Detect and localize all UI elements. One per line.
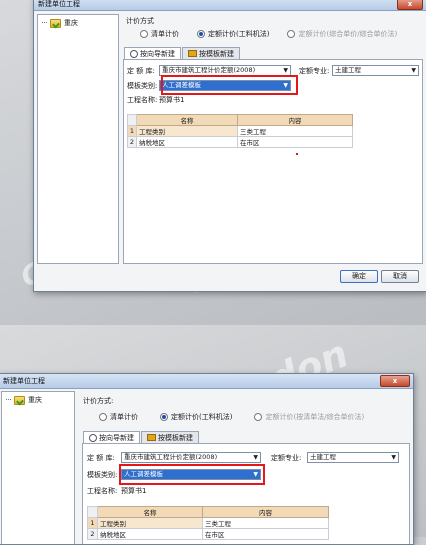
pricing-method-label: 计价方式 xyxy=(126,17,154,25)
close-button[interactable]: x xyxy=(397,0,423,10)
project-info-table: 名称 内容 1 工程类别 三类工程 2 纳税地区 在市区 xyxy=(87,506,329,540)
tree-node-chongqing[interactable]: 重庆 xyxy=(6,395,42,405)
project-name-value[interactable]: 预算书1 xyxy=(159,95,184,105)
dropdown-arrow-icon: ▼ xyxy=(391,454,396,461)
tab-template[interactable]: 按模板新建 xyxy=(141,431,199,443)
radio-quota-composite-pricing[interactable]: 定额计价(综合单价/综合单价法) xyxy=(287,29,397,39)
table-row[interactable]: 2 纳税地区 在市区 xyxy=(87,528,329,540)
table-row[interactable]: 1 工程类别 三类工程 xyxy=(127,125,353,137)
dialog-title: 新建单位工程 xyxy=(38,0,80,8)
radio-dot xyxy=(160,413,168,421)
header-name: 名称 xyxy=(97,506,203,518)
radio-dot xyxy=(287,30,296,38)
radio-quota-pricing[interactable]: 定额计价(工料机法) xyxy=(160,412,232,422)
folder-icon xyxy=(50,18,61,28)
template-icon xyxy=(147,434,156,441)
highlight-box xyxy=(119,464,265,485)
major-select[interactable]: 土建工程 ▼ xyxy=(332,65,419,76)
radio-quota-composite-pricing[interactable]: 定额计价(按清单法/综合单价法) xyxy=(254,412,364,422)
name-row: 工程名称: 预算书1 xyxy=(87,486,146,496)
create-mode-tabs: 按向导新建 按模板新建 xyxy=(124,47,241,59)
tree-node-label: 重庆 xyxy=(64,19,78,27)
table-row[interactable]: 1 工程类别 三类工程 xyxy=(87,517,329,529)
radio-dot xyxy=(140,30,148,38)
template-label: 模板类别: xyxy=(127,81,158,90)
wizard-panel: 定 额 库: 重庆市建筑工程计价定额(2008) ▼ 定额专业: 土建工程 ▼ 模板… xyxy=(82,443,410,544)
dialog-title: 新建单位工程 xyxy=(3,377,45,385)
dropdown-arrow-icon: ▼ xyxy=(411,67,416,74)
close-button[interactable]: x xyxy=(380,375,410,387)
name-label: 工程名称: xyxy=(127,96,158,104)
table-header: 名称 内容 xyxy=(127,114,353,126)
table-header: 名称 内容 xyxy=(87,506,329,518)
quota-row: 定 额 库: 重庆市建筑工程计价定额(2008) ▼ 定额专业: 土建工程 ▼ xyxy=(87,452,399,463)
name-row: 工程名称: 预算书1 xyxy=(127,95,184,105)
ok-button[interactable]: 确定 xyxy=(340,270,378,283)
major-label: 定额专业: xyxy=(271,453,302,462)
region-tree: 重庆 xyxy=(37,14,119,264)
project-name-value[interactable]: 预算书1 xyxy=(121,486,146,496)
quota-select[interactable]: 重庆市建筑工程计价定额(2008) ▼ xyxy=(121,452,261,463)
new-unit-project-dialog: 新建单位工程 x 重庆 计价方式 清单计价 定额计价(工料机法) 定额计价(综合… xyxy=(33,0,426,292)
project-info-table: 名称 内容 1 工程类别 三类工程 2 纳税地区 在市区 xyxy=(127,114,353,148)
quota-label: 定 额 库: xyxy=(87,453,115,462)
create-mode-tabs: 按向导新建 按模板新建 xyxy=(83,431,200,443)
pricing-method-options: 清单计价 定额计价(工料机法) 定额计价(综合单价/综合单价法) xyxy=(140,29,397,39)
major-select[interactable]: 土建工程 ▼ xyxy=(307,452,399,463)
dialog-titlebar: 新建单位工程 x xyxy=(0,374,413,389)
folder-icon xyxy=(14,395,25,405)
radio-quota-pricing[interactable]: 定额计价(工料机法) xyxy=(197,29,269,39)
template-icon xyxy=(188,50,197,57)
marker-dot xyxy=(296,153,298,155)
name-label: 工程名称: xyxy=(87,487,118,495)
radio-bill-pricing[interactable]: 清单计价 xyxy=(99,412,138,422)
search-icon xyxy=(130,49,138,58)
pricing-method-label: 计价方式: xyxy=(83,397,114,405)
header-name: 名称 xyxy=(136,114,238,126)
radio-bill-pricing[interactable]: 清单计价 xyxy=(140,29,179,39)
radio-dot xyxy=(197,30,205,38)
tree-node-label: 重庆 xyxy=(28,396,42,404)
pricing-method-options: 清单计价 定额计价(工料机法) 定额计价(按清单法/综合单价法) xyxy=(99,412,364,422)
search-icon xyxy=(89,433,97,442)
header-value: 内容 xyxy=(202,506,329,518)
header-value: 内容 xyxy=(237,114,353,126)
radio-dot xyxy=(99,413,107,421)
tab-wizard[interactable]: 按向导新建 xyxy=(83,431,140,443)
wizard-panel: 定 额 库: 重庆市建筑工程计价定额(2008) ▼ 定额专业: 土建工程 ▼ 模板… xyxy=(123,59,423,264)
region-tree: 重庆 xyxy=(1,391,75,544)
dropdown-arrow-icon: ▼ xyxy=(253,454,258,461)
major-label: 定额专业: xyxy=(299,66,330,75)
highlight-box xyxy=(161,75,298,95)
quota-label: 定 额 库: xyxy=(127,66,155,75)
dropdown-arrow-icon: ▼ xyxy=(283,67,288,74)
tree-node-chongqing[interactable]: 重庆 xyxy=(42,18,78,28)
cancel-button[interactable]: 取消 xyxy=(381,270,419,283)
radio-dot xyxy=(254,413,263,421)
template-label: 模板类别: xyxy=(87,470,118,479)
table-row[interactable]: 2 纳税地区 在市区 xyxy=(127,136,353,148)
tab-wizard[interactable]: 按向导新建 xyxy=(124,47,181,59)
tab-template[interactable]: 按模板新建 xyxy=(182,47,240,59)
dialog-titlebar: 新建单位工程 x xyxy=(34,0,426,11)
new-unit-project-dialog-zoomed: 新建单位工程 x 重庆 计价方式: 清单计价 定额计价(工料机法) 定额计价(按… xyxy=(0,373,414,545)
